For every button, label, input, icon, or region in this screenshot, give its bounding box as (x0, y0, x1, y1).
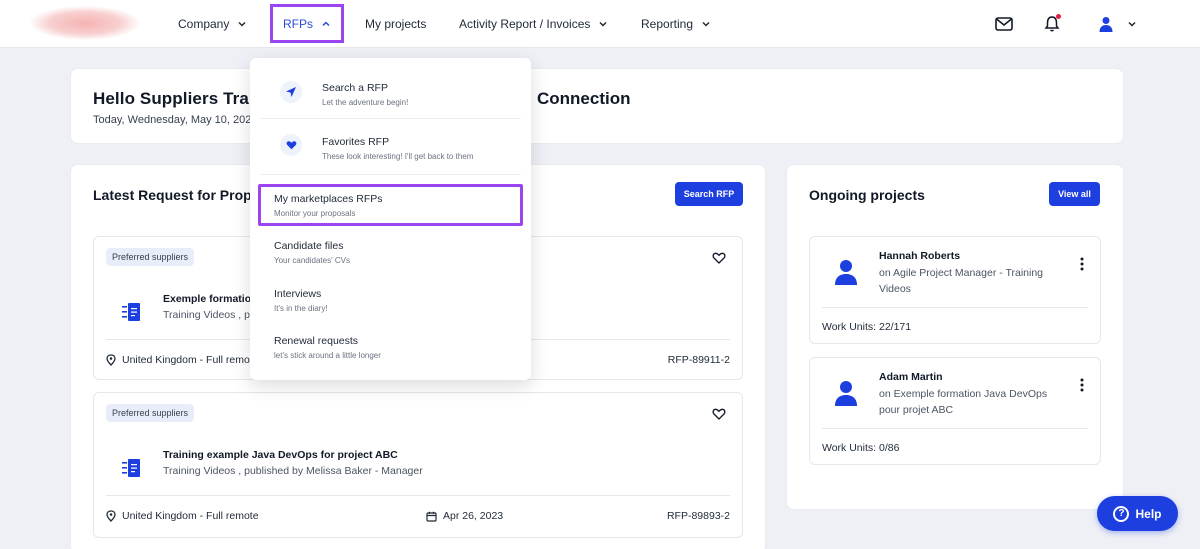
rfp-list-item[interactable]: Preferred suppliers Training example Jav… (93, 392, 743, 538)
notification-dot (1056, 14, 1061, 19)
rfp-date-text: Apr 26, 2023 (443, 510, 504, 522)
nav-activity-report-label: Activity Report / Invoices (459, 17, 591, 31)
heart-icon[interactable] (712, 251, 726, 265)
nav-activity-report[interactable]: Activity Report / Invoices (459, 0, 608, 48)
project-card[interactable]: Adam Martin on Exemple formation Java De… (809, 357, 1101, 465)
location-pin-icon (106, 510, 116, 522)
rfps-dropdown-menu: Search a RFP Let the adventure begin! Fa… (250, 58, 531, 380)
welcome-date: Today, Wednesday, May 10, 2023 (93, 114, 258, 126)
project-description: on Agile Project Manager - Training Vide… (879, 267, 1044, 295)
menu-item-label: Favorites RFP (322, 136, 390, 148)
view-all-button[interactable]: View all (1049, 182, 1100, 206)
company-logo[interactable] (30, 6, 140, 40)
nav-rfps[interactable]: RFPs (270, 4, 344, 43)
person-icon (835, 260, 857, 285)
menu-item-favorites-rfp[interactable]: Favorites RFP These look interesting! I'… (250, 126, 531, 166)
nav-company[interactable]: Company (178, 0, 247, 48)
ongoing-projects-card: Ongoing projects View all Hannah Roberts… (786, 164, 1124, 510)
menu-item-renewal-requests[interactable]: Renewal requests let's stick around a li… (250, 328, 531, 368)
menu-item-sublabel: These look interesting! I'll get back to… (322, 152, 474, 161)
chevron-down-icon[interactable] (1120, 12, 1144, 36)
menu-item-label: Search a RFP (322, 82, 388, 94)
menu-item-label: My marketplaces RFPs (274, 193, 383, 205)
nav-my-projects[interactable]: My projects (365, 0, 426, 48)
latest-rfp-title: Latest Request for Prop (93, 187, 252, 203)
menu-item-sublabel: Monitor your proposals (274, 209, 356, 218)
nav-company-label: Company (178, 17, 230, 31)
user-icon[interactable] (1094, 12, 1118, 36)
nav-my-projects-label: My projects (365, 17, 427, 31)
nav-rfps-label: RFPs (283, 16, 313, 31)
rfp-code: RFP-89893-2 (666, 510, 730, 522)
more-options-icon[interactable] (1080, 378, 1084, 392)
menu-item-sublabel: Your candidates' CVs (274, 256, 350, 265)
help-icon: ? (1113, 505, 1130, 522)
chevron-down-icon (238, 21, 246, 27)
rfp-subtitle: Training Videos , p (163, 309, 250, 321)
project-description: on Exemple formation Java DevOps pour pr… (879, 388, 1048, 416)
rfp-location-text: United Kingdom - Full remo (122, 354, 250, 366)
rfp-subtitle: Training Videos , published by Melissa B… (163, 465, 423, 477)
menu-item-search-rfp[interactable]: Search a RFP Let the adventure begin! (250, 72, 531, 112)
location-pin-icon (106, 354, 116, 366)
divider (822, 307, 1088, 308)
ongoing-projects-title: Ongoing projects (809, 187, 925, 203)
menu-item-sublabel: It's in the diary! (274, 304, 328, 313)
rfp-title[interactable]: Exemple formation (163, 293, 258, 305)
nav-reporting-label: Reporting (641, 17, 694, 31)
work-units: Work Units: 22/171 (822, 321, 912, 333)
top-navbar: Company RFPs My projects Activity Report… (0, 0, 1200, 48)
calendar-icon (426, 511, 437, 522)
bell-icon[interactable] (1040, 12, 1064, 36)
rfp-location-text: United Kingdom - Full remote (122, 510, 259, 522)
chevron-down-icon (702, 21, 710, 27)
chevron-down-icon (599, 21, 607, 27)
rfp-title[interactable]: Training example Java DevOps for project… (163, 449, 398, 461)
rfp-location: United Kingdom - Full remote (106, 510, 259, 522)
rfp-location: United Kingdom - Full remo (106, 354, 250, 366)
divider (822, 428, 1088, 429)
project-person-name: Hannah Roberts (879, 250, 961, 262)
menu-item-label: Candidate files (274, 240, 344, 252)
help-label: Help (1135, 506, 1162, 521)
menu-item-interviews[interactable]: Interviews It's in the diary! (250, 280, 531, 320)
search-rfp-button[interactable]: Search RFP (675, 182, 743, 206)
person-icon (835, 381, 857, 406)
divider (260, 174, 521, 175)
help-button[interactable]: ? Help (1097, 496, 1178, 531)
welcome-title: Hello Suppliers Tra (93, 89, 249, 108)
preferred-suppliers-badge: Preferred suppliers (106, 404, 195, 422)
chevron-up-icon (322, 20, 330, 26)
more-options-icon[interactable] (1080, 257, 1084, 271)
menu-item-sublabel: Let the adventure begin! (322, 98, 409, 107)
nav-reporting[interactable]: Reporting (641, 0, 711, 48)
heart-icon (280, 134, 302, 156)
rfp-code: RFP-89911-2 (667, 354, 730, 366)
rfp-date: Apr 26, 2023 (426, 510, 503, 522)
welcome-card: Hello Suppliers Tra Connection Today, We… (70, 68, 1124, 144)
heart-icon[interactable] (712, 407, 726, 421)
document-icon (122, 303, 140, 321)
menu-item-my-marketplaces-rfps[interactable]: My marketplaces RFPs Monitor your propos… (250, 184, 531, 224)
welcome-title-tail: Connection (537, 89, 631, 108)
menu-item-candidate-files[interactable]: Candidate files Your candidates' CVs (250, 232, 531, 272)
menu-item-label: Renewal requests (274, 335, 359, 347)
divider (106, 495, 730, 496)
document-icon (122, 459, 140, 477)
work-units: Work Units: 0/86 (822, 442, 900, 454)
preferred-suppliers-badge: Preferred suppliers (106, 248, 195, 266)
menu-item-label: Interviews (274, 288, 322, 300)
project-person-name: Adam Martin (879, 371, 943, 383)
menu-item-sublabel: let's stick around a little longer (274, 351, 381, 360)
divider (260, 118, 521, 119)
project-card[interactable]: Hannah Roberts on Agile Project Manager … (809, 236, 1101, 344)
mail-icon[interactable] (992, 12, 1016, 36)
send-icon (280, 81, 302, 103)
